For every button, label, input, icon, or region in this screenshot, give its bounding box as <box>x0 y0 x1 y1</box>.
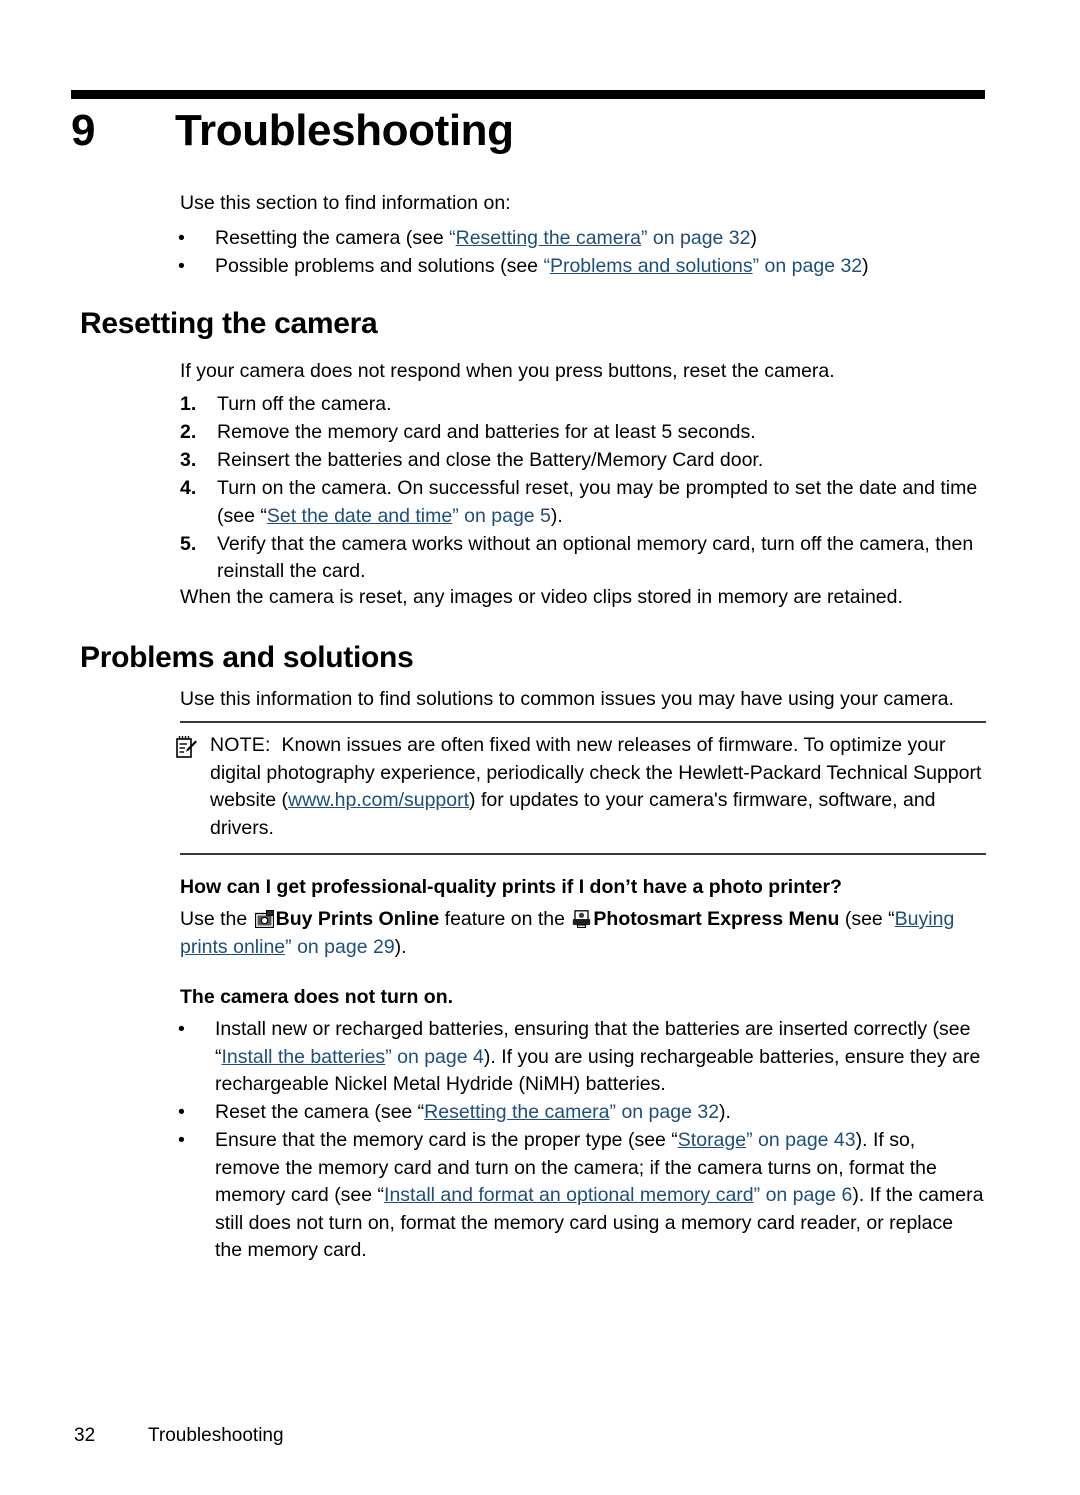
question-1-answer: Use the Buy Prints Online feature on the… <box>180 906 986 961</box>
intro-bullet-1-post: ) <box>862 255 869 277</box>
note-box: NOTE: Known issues are often fixed with … <box>176 721 986 855</box>
step-marker: 4. <box>180 477 197 499</box>
link-hp-support-website[interactable]: www.hp.com/support <box>288 789 469 811</box>
bullet-icon: • <box>178 1018 185 1040</box>
answer-link-tail: ” on page 29 <box>285 935 395 958</box>
reset-closing-paragraph: When the camera is reset, any images or … <box>180 586 903 608</box>
reset-lead-paragraph: If your camera does not respond when you… <box>180 360 835 382</box>
q2-bullet-2-link-tail: ” on page 43 <box>746 1129 856 1151</box>
q2-bullet-1-pre: Reset the camera (see “ <box>215 1101 425 1123</box>
section-heading-problems-and-solutions: Problems and solutions <box>80 641 414 674</box>
answer-mid: feature on the <box>439 908 571 930</box>
bullet-icon: • <box>178 255 185 277</box>
note-label: NOTE: <box>210 734 271 756</box>
q2-bullet-2-link2-tail: ” on page 6 <box>753 1184 853 1206</box>
intro-bullet-0-pre: Resetting the camera (see <box>215 227 450 249</box>
q2-bullet-2-pre: Ensure that the memory card is the prope… <box>215 1129 678 1151</box>
footer-page-number: 32 <box>74 1425 96 1446</box>
link-problems-and-solutions[interactable]: Problems and solutions <box>550 255 753 277</box>
problems-lead-paragraph: Use this information to find solutions t… <box>180 688 954 710</box>
intro-bullet-0-post: ) <box>750 227 758 249</box>
intro-bullet-0-link-tail: on page 32 <box>647 227 751 249</box>
link-install-and-format-an-optional-memory-card[interactable]: Install and format an optional memory ca… <box>384 1184 754 1206</box>
q2-bullet-1-link-tail: ” on page 32 <box>609 1101 720 1123</box>
chapter-number: 9 <box>71 106 96 155</box>
answer-bold-photosmart-express-menu: Photosmart Express Menu <box>593 908 840 930</box>
bullet-icon: • <box>178 1129 185 1151</box>
question-2-bullet-list: • Install new or recharged batteries, en… <box>178 1016 984 1265</box>
list-item: 3. Reinsert the batteries and close the … <box>180 447 986 475</box>
list-item: 5. Verify that the camera works without … <box>180 531 986 586</box>
step-link-tail: ” on page 5 <box>452 504 551 527</box>
list-item: • Reset the camera (see “Resetting the c… <box>178 1099 984 1127</box>
step-text: Reinsert the batteries and close the Bat… <box>217 449 764 471</box>
step-marker: 2. <box>180 421 197 443</box>
note-text: NOTE: Known issues are often fixed with … <box>180 732 986 842</box>
footer-chapter-name: Troubleshooting <box>148 1425 284 1446</box>
list-item: 1. Turn off the camera. <box>180 391 986 419</box>
step-marker: 3. <box>180 449 197 471</box>
list-item: 4. Turn on the camera. On successful res… <box>180 475 986 530</box>
bullet-icon: • <box>178 1101 185 1123</box>
step-text-post: ). <box>550 504 563 527</box>
chapter-top-rule <box>71 90 985 99</box>
answer-post: ). <box>394 935 407 958</box>
q2-bullet-1-post: ). <box>719 1101 731 1123</box>
q2-bullet-0-link-tail: ” on page 4 <box>385 1045 484 1068</box>
answer-mid2: (see “ <box>839 908 895 930</box>
question-heading-professional-prints: How can I get professional-quality print… <box>180 876 842 898</box>
step-text: Verify that the camera works without an … <box>217 532 974 583</box>
note-rule-bottom <box>180 853 986 855</box>
reset-steps-list: 1. Turn off the camera. 2. Remove the me… <box>180 391 986 586</box>
list-item: • Install new or recharged batteries, en… <box>178 1016 984 1099</box>
page-title: 9 Troubleshooting <box>71 104 991 158</box>
step-text: Remove the memory card and batteries for… <box>217 421 756 443</box>
document-page: 9 Troubleshooting Use this section to fin… <box>0 0 1080 1495</box>
chapter-title-text: Troubleshooting <box>175 106 514 155</box>
link-storage[interactable]: Storage <box>678 1129 746 1151</box>
section-heading-resetting-the-camera: Resetting the camera <box>80 307 378 340</box>
photosmart-express-icon <box>572 909 591 929</box>
list-item: 2. Remove the memory card and batteries … <box>180 419 986 447</box>
list-item: • Resetting the camera (see “Resetting t… <box>178 225 984 253</box>
intro-bullet-1-pre: Possible problems and solutions (see <box>215 255 544 277</box>
intro-bullet-1-link-tail: on page 32 <box>759 255 863 277</box>
list-item: • Ensure that the memory card is the pro… <box>178 1127 984 1265</box>
answer-bold-buy-prints-online: Buy Prints Online <box>275 908 440 930</box>
intro-paragraph: Use this section to find information on: <box>180 192 511 214</box>
buy-prints-online-icon <box>254 909 274 929</box>
link-resetting-the-camera-2[interactable]: Resetting the camera <box>424 1101 609 1123</box>
step-text: Turn off the camera. <box>217 393 392 415</box>
page-footer: 32 Troubleshooting <box>74 1424 284 1448</box>
list-item: • Possible problems and solutions (see “… <box>178 253 984 281</box>
step-marker: 1. <box>180 393 197 415</box>
link-resetting-the-camera[interactable]: Resetting the camera <box>456 227 641 249</box>
link-install-the-batteries[interactable]: Install the batteries <box>222 1046 386 1068</box>
bullet-icon: • <box>178 227 185 249</box>
link-set-the-date-and-time[interactable]: Set the date and time <box>267 505 452 527</box>
note-pencil-icon <box>176 735 198 759</box>
question-heading-camera-does-not-turn-on: The camera does not turn on. <box>180 986 454 1008</box>
answer-pre: Use the <box>180 908 253 930</box>
intro-bullet-list: • Resetting the camera (see “Resetting t… <box>178 225 984 281</box>
step-marker: 5. <box>180 532 197 555</box>
